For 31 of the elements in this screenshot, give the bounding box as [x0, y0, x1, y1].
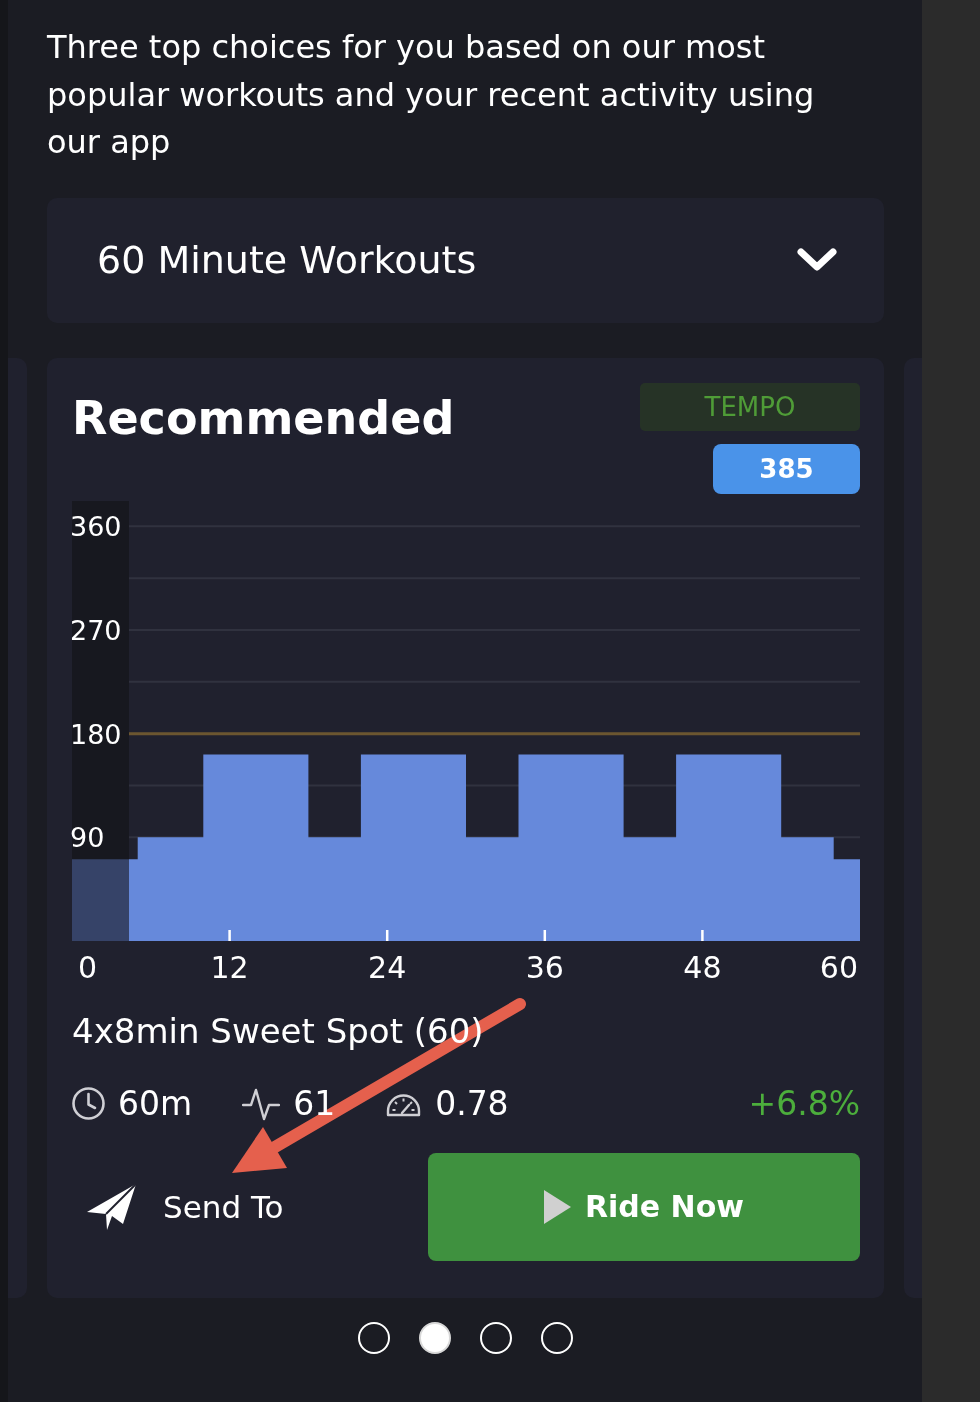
- card-title: Recommended: [72, 391, 455, 444]
- workout-filter-dropdown[interactable]: 60 Minute Workouts: [47, 197, 884, 323]
- paper-plane-icon: [87, 1183, 137, 1230]
- x-axis-label: 0: [78, 949, 98, 985]
- clock-icon: [72, 1087, 105, 1120]
- x-axis-label: 60: [819, 949, 858, 985]
- x-axis-label: 12: [210, 949, 249, 985]
- y-axis-label: 360: [70, 510, 122, 542]
- page-dot[interactable]: [418, 1321, 451, 1354]
- x-tick-mark: [385, 929, 389, 941]
- intro-text: Three top choices for you based on our most popular workouts and your recent activity using our app: [47, 27, 816, 163]
- y-axis-label: 180: [70, 718, 122, 750]
- x-axis-label: 36: [525, 949, 564, 985]
- stat-value: 61: [293, 1084, 336, 1123]
- score-badge: 385: [713, 443, 860, 494]
- chevron-down-icon: [797, 247, 837, 273]
- x-tick-mark: [228, 929, 231, 941]
- pulse-icon: [242, 1086, 281, 1121]
- ride-now-button[interactable]: Ride Now: [428, 1152, 860, 1261]
- x-axis-label: 48: [683, 949, 722, 985]
- y-axis-label: 90: [70, 821, 105, 853]
- x-tick-mark: [543, 929, 547, 941]
- x-tick-mark: [701, 929, 704, 941]
- stat-value: 0.78: [435, 1084, 509, 1123]
- stat-value: 60m: [118, 1084, 193, 1123]
- send-to-button[interactable]: Send To: [72, 1152, 298, 1261]
- y-axis-label: 270: [70, 614, 122, 646]
- change-percent: +6.8%: [748, 1084, 860, 1123]
- zone-badge: TEMPO: [640, 382, 860, 431]
- x-axis-label: 24: [368, 949, 407, 985]
- play-icon: [543, 1189, 571, 1224]
